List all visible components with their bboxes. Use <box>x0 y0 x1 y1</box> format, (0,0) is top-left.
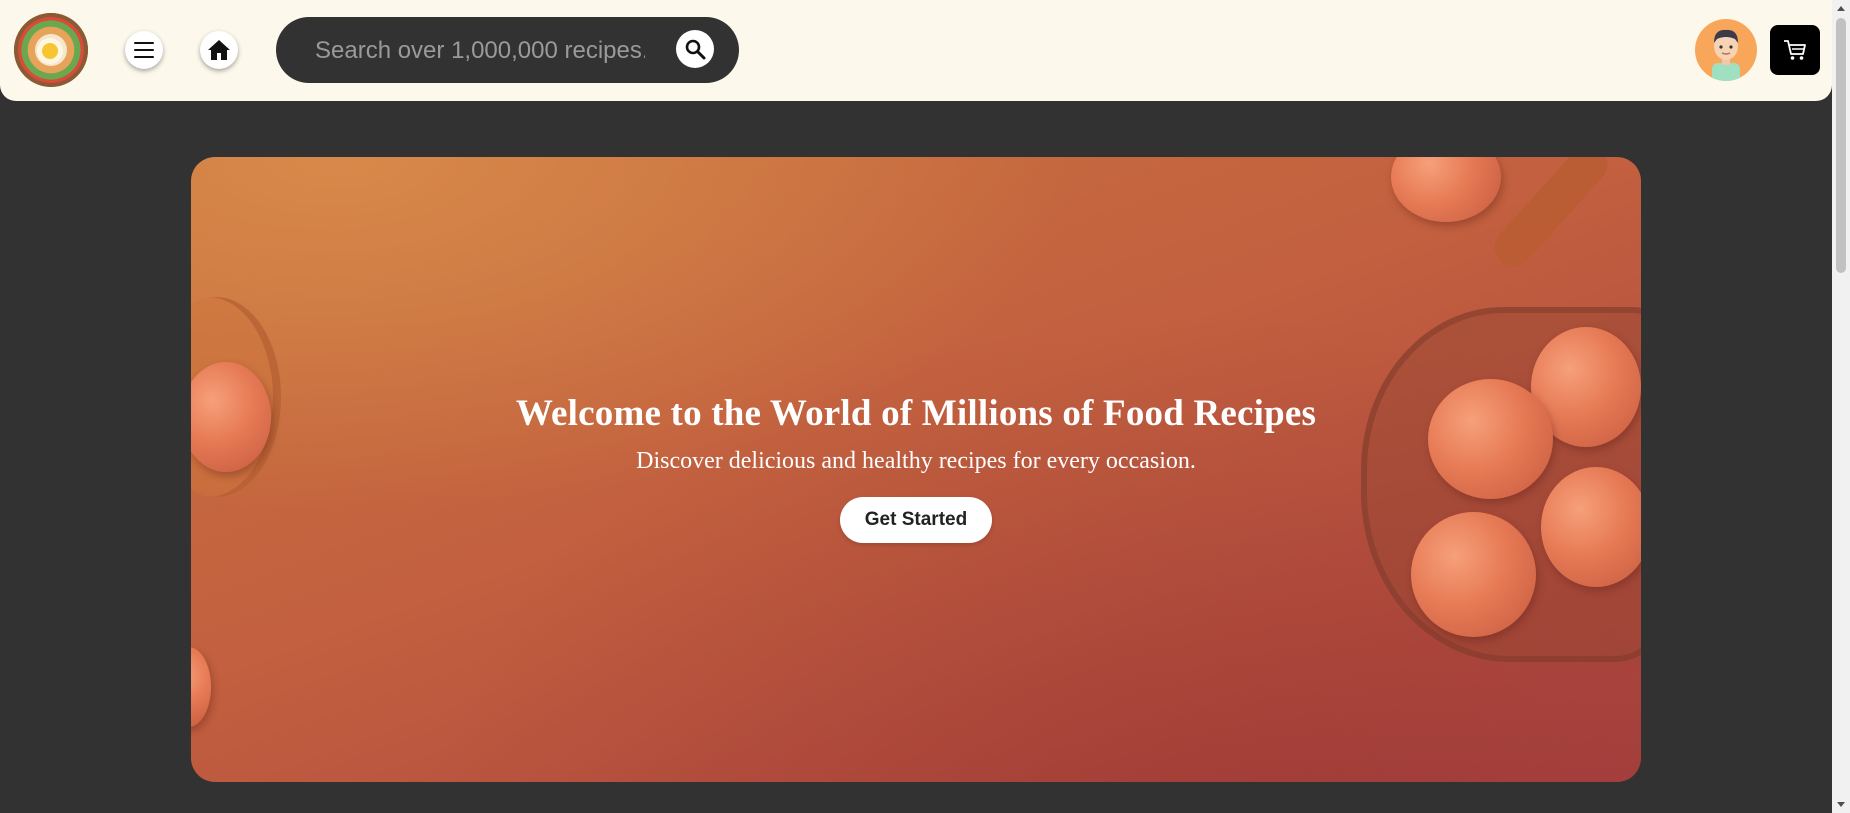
hero-subtitle: Discover delicious and healthy recipes f… <box>636 448 1196 474</box>
hamburger-menu-icon <box>134 42 154 58</box>
home-button[interactable] <box>200 31 238 69</box>
search-bar <box>276 17 739 83</box>
cart-button[interactable] <box>1770 25 1820 75</box>
get-started-button[interactable]: Get Started <box>839 497 993 543</box>
menu-button[interactable] <box>125 31 163 69</box>
logo-egg-yolk <box>42 43 58 59</box>
hero-banner: Welcome to the World of Millions of Food… <box>191 157 1641 782</box>
page: Welcome to the World of Millions of Food… <box>0 0 1850 813</box>
user-avatar-icon <box>1712 29 1740 81</box>
top-navigation-bar <box>0 0 1832 101</box>
hero-content: Welcome to the World of Millions of Food… <box>191 389 1641 543</box>
magnifier-search-icon <box>685 39 706 60</box>
vertical-scrollbar[interactable] <box>1832 0 1850 813</box>
search-input[interactable] <box>313 32 647 70</box>
home-icon <box>208 40 230 60</box>
search-button[interactable] <box>676 30 714 68</box>
scrollbar-thumb[interactable] <box>1836 18 1846 273</box>
scroll-down-arrow-icon[interactable] <box>1837 802 1845 807</box>
hero-title: Welcome to the World of Millions of Food… <box>515 393 1317 434</box>
shopping-cart-icon <box>1784 40 1806 60</box>
scroll-up-arrow-icon[interactable] <box>1837 6 1845 11</box>
user-avatar[interactable] <box>1695 19 1757 81</box>
food-bowl-logo-icon[interactable] <box>14 13 88 87</box>
